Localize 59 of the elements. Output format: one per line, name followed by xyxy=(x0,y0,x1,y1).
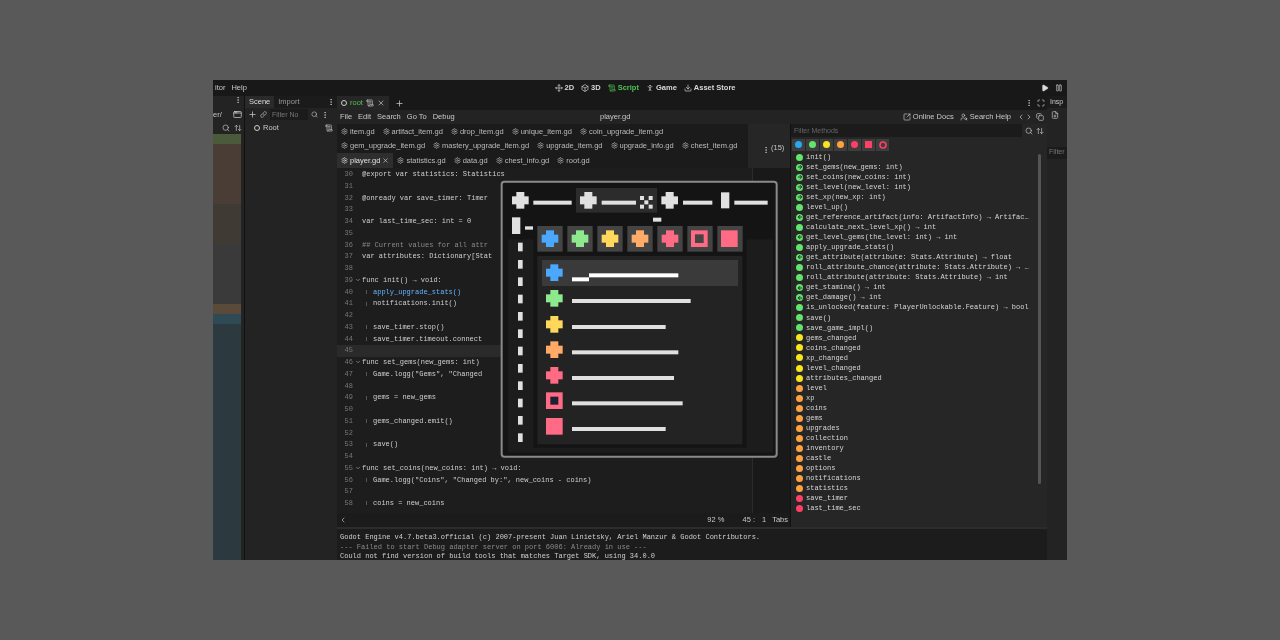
collapse-icon[interactable] xyxy=(339,516,347,524)
fullscreen-icon[interactable] xyxy=(1037,99,1045,107)
gear-icon xyxy=(397,156,405,164)
search-icon[interactable] xyxy=(1025,126,1033,135)
tab-marker-icon xyxy=(363,419,367,424)
external-link-icon xyxy=(902,113,911,121)
menu-icon[interactable] xyxy=(1025,99,1033,107)
gear-icon xyxy=(341,142,348,150)
gear-icon xyxy=(511,127,519,135)
search-icon[interactable] xyxy=(222,123,230,132)
sort-icon[interactable] xyxy=(234,123,242,132)
gear-icon xyxy=(341,127,348,135)
gear-icon xyxy=(341,156,348,164)
add-icon[interactable] xyxy=(248,110,257,119)
menu-icon[interactable] xyxy=(321,110,329,119)
forward-icon[interactable] xyxy=(1025,113,1033,121)
gear-icon xyxy=(450,127,458,135)
tab-marker-icon xyxy=(363,395,367,400)
script-icon xyxy=(365,99,374,107)
menu-icon[interactable] xyxy=(234,96,242,104)
add-tab-icon[interactable] xyxy=(394,98,404,108)
menu-icon[interactable] xyxy=(327,98,335,106)
new-resource-icon[interactable] xyxy=(1051,111,1059,119)
gear-icon xyxy=(382,127,390,135)
copy-icon[interactable] xyxy=(1036,113,1044,121)
scrollbar[interactable] xyxy=(1038,154,1041,484)
script-icon[interactable] xyxy=(325,123,333,132)
gear-icon xyxy=(537,142,545,150)
gear-icon xyxy=(557,156,565,164)
tab-marker-icon xyxy=(363,301,367,306)
link-icon[interactable] xyxy=(260,111,267,118)
script-icon xyxy=(607,84,616,92)
menu-icon[interactable] xyxy=(762,145,770,154)
tab-marker-icon xyxy=(363,501,367,506)
window-icon[interactable] xyxy=(233,110,242,119)
tab-marker-icon xyxy=(363,289,367,294)
tab-marker-icon xyxy=(363,477,367,482)
gear-icon xyxy=(453,156,461,164)
search-icon[interactable] xyxy=(311,111,318,118)
figure-icon xyxy=(645,84,654,92)
tab-marker-icon xyxy=(363,442,367,447)
tab-marker-icon xyxy=(363,336,367,341)
move-arrows-icon xyxy=(554,84,563,92)
pause-icon[interactable] xyxy=(1055,84,1063,92)
gear-icon xyxy=(681,142,689,150)
gear-icon xyxy=(610,142,618,150)
cube-icon xyxy=(581,84,590,92)
sort-icon[interactable] xyxy=(1036,126,1044,135)
person-search-icon xyxy=(959,113,968,121)
play-icon[interactable] xyxy=(1041,84,1049,92)
gear-icon xyxy=(433,142,441,150)
gear-icon xyxy=(495,156,503,164)
gear-icon xyxy=(579,127,587,135)
back-icon[interactable] xyxy=(1017,113,1025,121)
tab-marker-icon xyxy=(363,325,367,330)
close-icon xyxy=(382,156,390,164)
close-icon[interactable] xyxy=(376,99,385,107)
download-icon xyxy=(683,84,692,92)
tab-marker-icon xyxy=(363,372,367,377)
